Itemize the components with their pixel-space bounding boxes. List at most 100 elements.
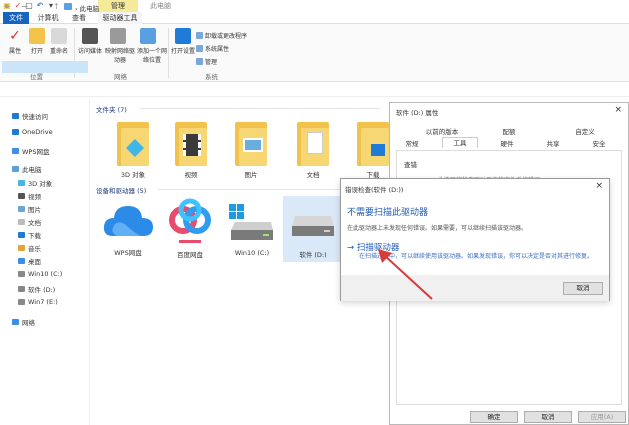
sidebar-item-drive-e[interactable]: Win7 (E:) <box>18 298 58 306</box>
tab-drive-tools[interactable]: 驱动器工具 <box>98 12 142 24</box>
sidebar-item-this-pc[interactable]: 此电脑 <box>12 164 42 174</box>
tab-general[interactable]: 常规 <box>400 139 424 150</box>
manage-button[interactable]: 管理 <box>196 57 217 66</box>
sidebar-item-drive-d[interactable]: 软件 (D:) <box>18 284 55 294</box>
tab-file[interactable]: 文件 <box>3 12 29 24</box>
check-icon: ✓ <box>9 28 21 44</box>
tab-security[interactable]: 安全 <box>586 139 612 150</box>
ribbon-tabs: 文件 计算机 查看 驱动器工具 <box>0 12 629 24</box>
error-dialog-title: 错误检查(软件 (D:)) <box>345 186 404 194</box>
close-icon[interactable]: × <box>614 105 622 115</box>
group-system-label: 系统 <box>205 73 218 81</box>
drive-icon <box>18 271 25 277</box>
error-dialog-heading: 不需要扫描此驱动器 <box>347 208 429 218</box>
computer-icon <box>12 166 19 172</box>
device-drive-c[interactable]: Win10 (C:) <box>222 200 282 257</box>
uninstall-button[interactable]: 卸载或更改程序 <box>196 31 247 40</box>
picture-icon <box>18 206 25 212</box>
media-icon <box>82 28 98 44</box>
sidebar-item-pictures[interactable]: 图片 <box>18 204 41 214</box>
window-title: 此电脑 <box>150 2 171 10</box>
properties-dialog-title: 软件 (D:) 属性 <box>396 109 439 117</box>
gear-icon <box>175 28 191 44</box>
rename-button[interactable]: 重命名 <box>46 28 72 55</box>
music-icon <box>18 245 25 251</box>
sidebar-item-music[interactable]: 音乐 <box>18 243 41 253</box>
devices-section-title[interactable]: 设备和驱动器 (5) <box>96 185 146 195</box>
address-path[interactable]: › 此电脑 <box>75 3 99 13</box>
section-divider <box>140 108 380 109</box>
rename-icon <box>51 28 67 44</box>
folders-section-title[interactable]: 文件夹 (7) <box>96 104 127 114</box>
sidebar-item-downloads[interactable]: 下载 <box>18 230 41 240</box>
sidebar-item-network[interactable]: 网络 <box>12 317 35 327</box>
system-icon <box>196 45 203 52</box>
address-bar <box>0 83 629 97</box>
folder-3d-objects[interactable]: 3D 对象 <box>108 122 158 179</box>
error-cancel-button[interactable]: 取消 <box>563 282 603 295</box>
device-baidu-drive[interactable]: 百度网盘 <box>160 196 220 259</box>
folder-open-icon <box>29 28 45 44</box>
close-icon[interactable]: × <box>595 181 603 191</box>
cloud-icon <box>12 129 19 135</box>
system-properties-button[interactable]: 系统属性 <box>196 44 229 53</box>
network-location-icon <box>140 28 156 44</box>
cancel-button[interactable]: 取消 <box>524 411 572 423</box>
open-settings-button[interactable]: 打开设置 <box>170 28 196 55</box>
sidebar-item-onedrive[interactable]: OneDrive <box>12 128 53 136</box>
device-drive-d[interactable]: 软件 (D:) <box>283 196 343 262</box>
sidebar-item-videos[interactable]: 视频 <box>18 191 41 201</box>
folder-icon <box>357 122 389 166</box>
drive-icon <box>18 299 25 305</box>
tab-customize[interactable]: 自定义 <box>570 127 600 138</box>
tab-hardware[interactable]: 硬件 <box>494 139 520 150</box>
cloud-icon <box>103 206 153 236</box>
apply-button[interactable]: 应用(A) <box>578 411 626 423</box>
network-icon <box>12 319 19 325</box>
folder-icon <box>175 122 207 166</box>
group-network-label: 网络 <box>114 73 127 81</box>
sidebar-item-drive-c[interactable]: Win10 (C:) <box>18 270 62 278</box>
folder-documents[interactable]: 文档 <box>288 122 338 179</box>
tab-tools[interactable]: 工具 <box>442 137 478 148</box>
ribbon-divider <box>168 28 169 78</box>
folder-videos[interactable]: 视频 <box>166 122 216 179</box>
tab-computer[interactable]: 计算机 <box>33 12 63 24</box>
folder-icon <box>297 122 329 166</box>
ok-button[interactable]: 确定 <box>470 411 518 423</box>
map-drive-button[interactable]: 映射网络驱动器 <box>105 28 135 64</box>
error-dialog-description: 在此驱动器上未发现任何错误。如果需要，可以继续扫描该驱动器。 <box>347 225 528 232</box>
video-icon <box>18 193 25 199</box>
nav-arrows[interactable]: ← → ˅ ↑ <box>4 2 64 11</box>
network-drive-icon <box>110 28 126 44</box>
baidu-netdisk-icon <box>169 198 211 243</box>
drive-icon <box>292 216 334 236</box>
tab-sharing[interactable]: 共享 <box>540 139 566 150</box>
sidebar-item-documents[interactable]: 文档 <box>18 217 41 227</box>
sidebar-item-3d[interactable]: 3D 对象 <box>18 178 52 188</box>
sidebar-item-desktop[interactable]: 桌面 <box>18 256 41 266</box>
drive-icon <box>18 286 25 292</box>
manage-icon <box>196 58 203 65</box>
tab-manage[interactable]: 管理 <box>98 0 138 12</box>
add-location-button[interactable]: 添加一个网络位置 <box>135 28 167 64</box>
folder-pictures[interactable]: 图片 <box>226 122 276 179</box>
system-drive-icon <box>229 204 273 240</box>
download-icon <box>18 232 25 238</box>
device-wps-drive[interactable]: WPS网盘 <box>98 198 158 257</box>
tab-quota[interactable]: 配额 <box>494 127 524 138</box>
sidebar-item-quick-access[interactable]: 快速访问 <box>12 111 48 121</box>
sidebar-selection <box>2 61 88 73</box>
sidebar-item-wps[interactable]: WPS网盘 <box>12 146 49 156</box>
check-section-label: 查错 <box>404 161 417 169</box>
desktop-icon <box>18 258 25 264</box>
folder-icon <box>117 122 149 166</box>
computer-icon <box>64 3 72 10</box>
cube-icon <box>18 180 25 186</box>
tab-view[interactable]: 查看 <box>70 12 88 24</box>
folder-icon <box>235 122 267 166</box>
access-media-button[interactable]: 访问媒体 <box>77 28 103 55</box>
programs-icon <box>196 32 203 39</box>
cloud-icon <box>12 148 19 154</box>
annotation-arrow <box>378 249 433 300</box>
